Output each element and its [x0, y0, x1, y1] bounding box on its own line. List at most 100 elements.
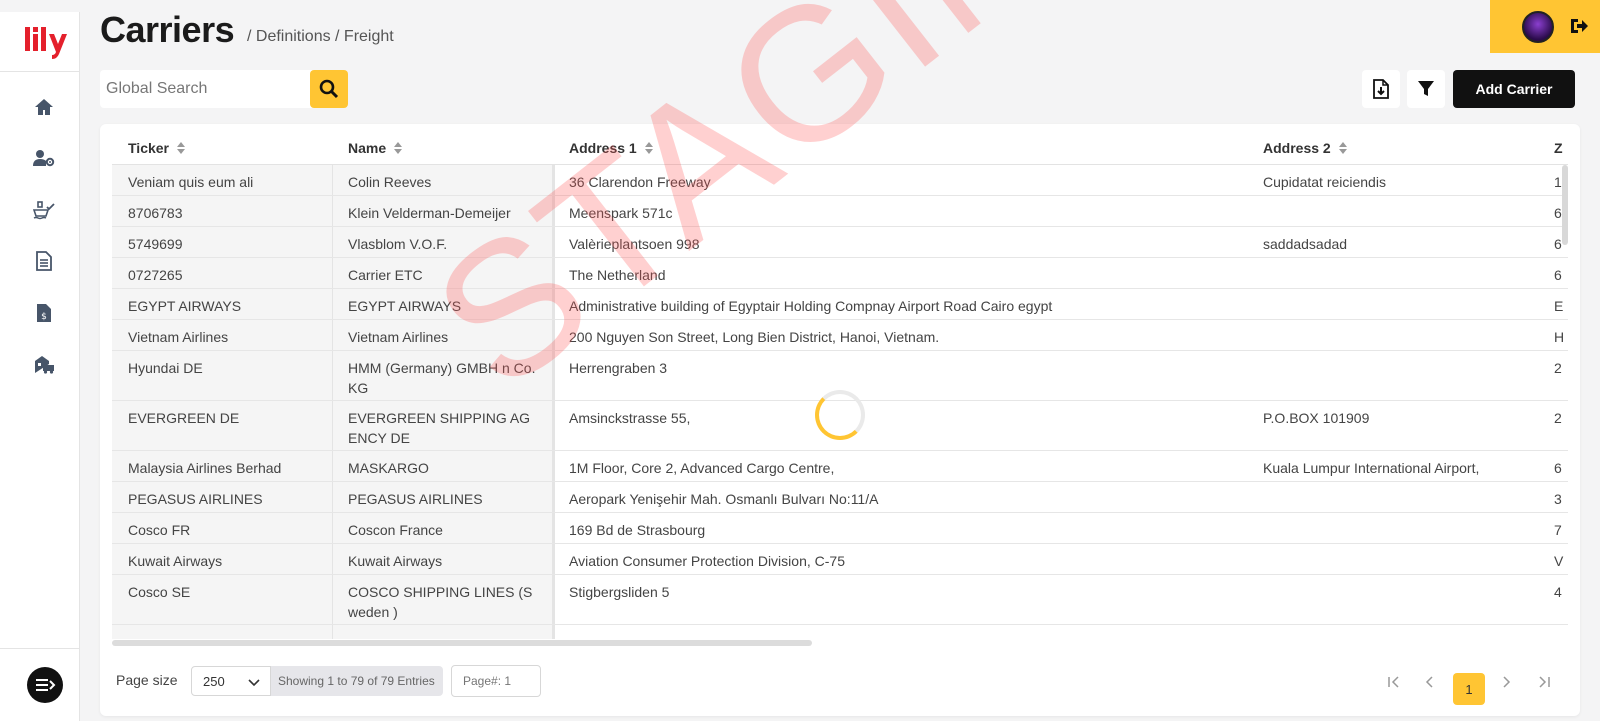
- cell-name: PEGASUS AIRLINES: [348, 491, 483, 507]
- last-page-icon: [1539, 676, 1550, 688]
- page-size-select[interactable]: 250: [191, 666, 271, 696]
- cell-name: EGYPT AIRWAYS: [348, 298, 462, 314]
- home-icon[interactable]: [32, 95, 56, 119]
- cell-next: 2: [1554, 360, 1562, 376]
- cell-next: 3: [1554, 491, 1562, 507]
- table-row[interactable]: PEGASUS AIRLINES PEGASUS AIRLINES Aeropark…: [112, 482, 1568, 513]
- page-button-current[interactable]: 1: [1453, 673, 1485, 705]
- cell-ticker: 5749699: [128, 236, 183, 252]
- cell-name: HMM (Germany) GMBH n Co. KG: [348, 360, 536, 396]
- chevron-right-icon: [1503, 676, 1511, 688]
- cell-name: Coscon France: [348, 522, 443, 538]
- cell-name: Vietnam Airlines: [348, 329, 449, 345]
- ship-check-icon[interactable]: [32, 198, 56, 222]
- cell-ticker: PEGASUS AIRLINES: [128, 491, 263, 507]
- cell-name: MASKARGO: [348, 460, 429, 476]
- cell-name: Kuwait Airways: [348, 553, 443, 569]
- cell-address1: Aeropark Yenişehir Mah. Osmanlı Bulvarı …: [569, 491, 879, 507]
- global-search: [100, 70, 348, 108]
- cell-name: Klein Velderman-Demeijer: [348, 205, 511, 221]
- cell-ticker: 8706783: [128, 205, 183, 221]
- user-settings-icon[interactable]: [32, 146, 56, 170]
- invoice-dollar-icon[interactable]: $: [32, 301, 56, 325]
- sidebar: $: [0, 12, 80, 721]
- cell-ticker: Cosco SE: [128, 584, 191, 600]
- column-header-next[interactable]: Z: [1554, 132, 1568, 165]
- cell-next: 6: [1554, 267, 1562, 283]
- first-page-button[interactable]: [1386, 674, 1402, 690]
- cell-address2: Kuala Lumpur International Airport,: [1263, 460, 1480, 476]
- column-header-ticker[interactable]: Ticker: [128, 132, 185, 165]
- cell-address1: Administrative building of Egyptair Hold…: [569, 298, 1053, 314]
- cell-address1: 200 Nguyen Son Street, Long Bien Distric…: [569, 329, 940, 345]
- last-page-button[interactable]: [1536, 674, 1552, 690]
- cell-address1: Stigbergsliden 5: [569, 584, 670, 600]
- column-header-address2[interactable]: Address 2: [1263, 132, 1347, 165]
- carriers-grid: Ticker Name Address 1 Address 2 Z Veniam…: [112, 132, 1568, 639]
- file-download-icon: [1373, 79, 1389, 99]
- column-header-name[interactable]: Name: [348, 132, 403, 165]
- cell-next: 6: [1554, 460, 1562, 476]
- next-page-button[interactable]: [1498, 674, 1514, 690]
- table-row[interactable]: Kuwait Airways Kuwait Airways Aviation Con…: [112, 544, 1568, 575]
- table-row[interactable]: Vietnam Airlines Vietnam Airlines 200 Nguy…: [112, 320, 1568, 351]
- cell-name: EVERGREEN SHIPPING AGENCY DE: [348, 410, 531, 446]
- table-row[interactable]: Cosco SE COSCO SHIPPING LINES (Sweden ) St…: [112, 575, 1568, 625]
- document-icon[interactable]: [32, 249, 56, 273]
- loading-spinner: [815, 390, 865, 440]
- cell-ticker: EGYPT AIRWAYS: [128, 298, 242, 314]
- sort-icon[interactable]: [644, 142, 653, 154]
- logo-area: [0, 12, 80, 72]
- filter-button[interactable]: [1407, 70, 1445, 108]
- cell-address1: Aviation Consumer Protection Division, C…: [569, 553, 845, 569]
- menu-icon[interactable]: [27, 667, 63, 703]
- export-button[interactable]: [1362, 70, 1400, 108]
- lily-logo[interactable]: [24, 25, 70, 59]
- cell-ticker: EVERGREEN DE: [128, 410, 240, 426]
- cell-next: V: [1554, 553, 1564, 569]
- page-size-value: 250: [203, 673, 225, 689]
- svg-text:$: $: [41, 312, 47, 322]
- column-header-address1[interactable]: Address 1: [569, 132, 653, 165]
- building-truck-icon[interactable]: [32, 352, 56, 376]
- logout-icon[interactable]: [1568, 16, 1588, 36]
- sort-icon[interactable]: [177, 142, 185, 154]
- cell-address1: Meenspark 571c: [569, 205, 673, 221]
- chevron-left-icon: [1425, 676, 1433, 688]
- table-row[interactable]: Cosco FR Coscon France 169 Bd de Strasbour…: [112, 513, 1568, 544]
- entries-count: Showing 1 to 79 of 79 Entries: [271, 666, 443, 696]
- cell-ticker: Malaysia Airlines Berhad: [128, 460, 282, 476]
- filter-icon: [1418, 81, 1434, 96]
- page-size-label: Page size: [116, 672, 178, 688]
- search-input[interactable]: [100, 70, 310, 108]
- cell-name: Colin Reeves: [348, 174, 432, 190]
- cell-address1: Herrengraben 3: [569, 360, 668, 376]
- cell-next: 4: [1554, 584, 1562, 600]
- cell-address2: saddadsadad: [1263, 236, 1348, 252]
- avatar[interactable]: [1522, 11, 1554, 43]
- cell-next: 7: [1554, 522, 1562, 538]
- cell-address2: P.O.BOX 101909: [1263, 410, 1370, 426]
- table-row[interactable]: EGYPT AIRWAYS EGYPT AIRWAYS Administrative…: [112, 289, 1568, 320]
- table-row[interactable]: 8706783 Klein Velderman-Demeijer Meenspark…: [112, 196, 1568, 227]
- search-button[interactable]: [310, 70, 348, 108]
- cell-ticker: Hyundai DE: [128, 360, 203, 376]
- prev-page-button[interactable]: [1422, 674, 1438, 690]
- add-carrier-button[interactable]: Add Carrier: [1453, 70, 1575, 108]
- sort-icon[interactable]: [394, 142, 403, 154]
- table-row[interactable]: 0727265 Carrier ETC The Netherland 6: [112, 258, 1568, 289]
- cell-next: E: [1554, 298, 1564, 314]
- table-row[interactable]: 5749699 Vlasblom V.O.F. Valèrieplantsoen 9…: [112, 227, 1568, 258]
- cell-address1: 169 Bd de Strasbourg: [569, 522, 706, 538]
- cell-name: Vlasblom V.O.F.: [348, 236, 448, 252]
- search-icon: [319, 79, 339, 99]
- horizontal-scrollbar[interactable]: [112, 640, 812, 646]
- cell-address1: 36 Clarendon Freeway: [569, 174, 711, 190]
- breadcrumb[interactable]: / Definitions / Freight: [247, 28, 394, 46]
- table-row[interactable]: Veniam quis eum ali Colin Reeves 36 Claren…: [112, 165, 1568, 196]
- cell-address2: Cupidatat reiciendis: [1263, 174, 1386, 190]
- table-row[interactable]: Malaysia Airlines Berhad MASKARGO 1M Floor…: [112, 451, 1568, 482]
- vertical-scrollbar[interactable]: [1562, 165, 1568, 245]
- page-number-input[interactable]: [451, 665, 541, 697]
- sort-icon[interactable]: [1338, 142, 1347, 154]
